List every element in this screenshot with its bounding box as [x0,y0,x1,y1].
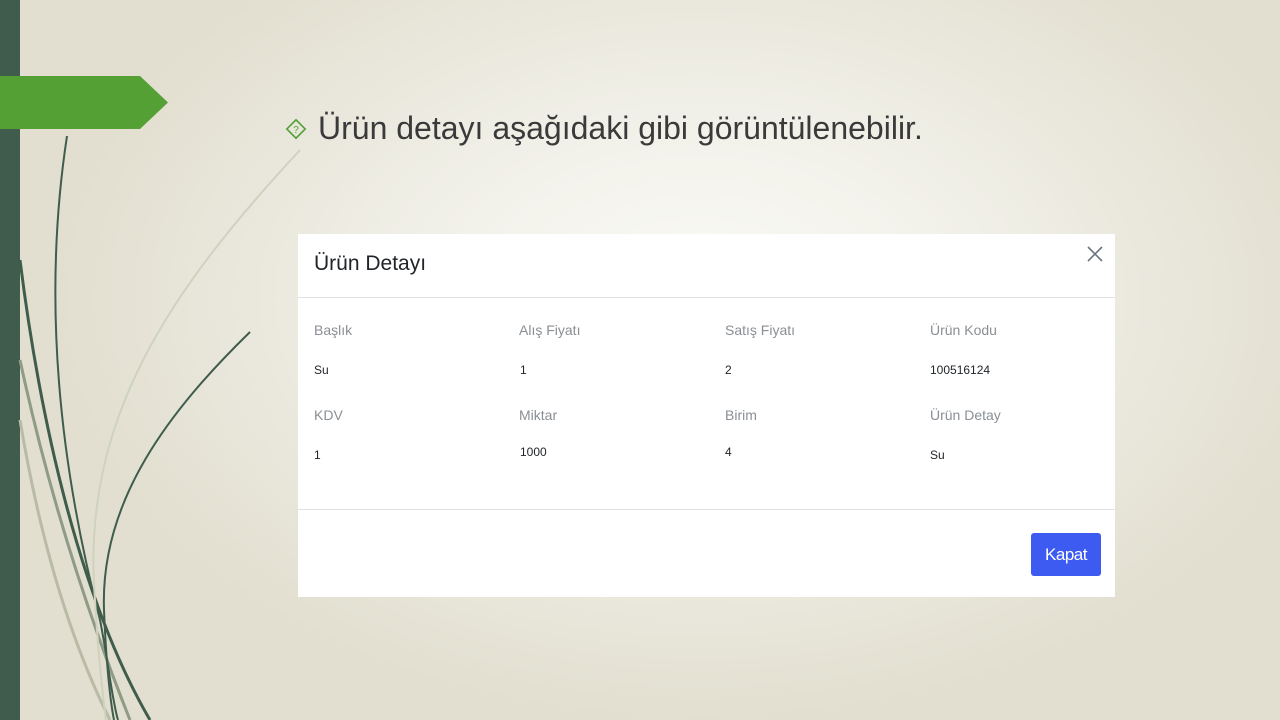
field-value-birim: 4 [725,445,732,459]
slide-bullet: ? Ürün detayı aşağıdaki gibi görüntülene… [284,110,923,147]
field-label-birim: Birim [725,407,757,423]
field-value-urun-kodu: 100516124 [930,363,991,377]
field-label-urun-kodu: Ürün Kodu [930,322,997,338]
field-label-miktar: Miktar [519,407,558,423]
field-label-satis-fiyati: Satış Fiyatı [725,322,796,338]
field-label-urun-detay: Ürün Detay [930,407,1001,423]
close-icon[interactable] [1085,244,1105,264]
field-value-alis-fiyati: 1 [520,363,527,377]
modal-header: Ürün Detayı [298,234,1115,298]
green-arrow-tab [0,76,168,129]
field-value-miktar: 1000 [520,445,547,459]
modal-body: Başlık Su Alış Fiyatı 1 Satış Fiyatı 2 Ü… [298,298,1115,509]
field-label-alis-fiyati: Alış Fiyatı [519,322,581,338]
field-value-kdv: 1 [314,448,321,462]
product-detail-modal: Ürün Detayı Başlık Su Alış Fiyatı 1 Satı… [298,234,1115,597]
field-value-baslik: Su [314,363,329,377]
svg-text:?: ? [293,125,299,136]
field-value-satis-fiyati: 2 [725,363,732,377]
modal-title: Ürün Detayı [314,252,427,275]
field-label-kdv: KDV [314,407,343,423]
field-value-urun-detay: Su [930,448,945,462]
slide-bullet-text: Ürün detayı aşağıdaki gibi görüntülenebi… [318,110,923,146]
field-label-baslik: Başlık [314,322,353,338]
diamond-question-icon: ? [285,118,307,139]
modal-footer: Kapat [298,509,1115,597]
close-button[interactable]: Kapat [1031,533,1101,576]
